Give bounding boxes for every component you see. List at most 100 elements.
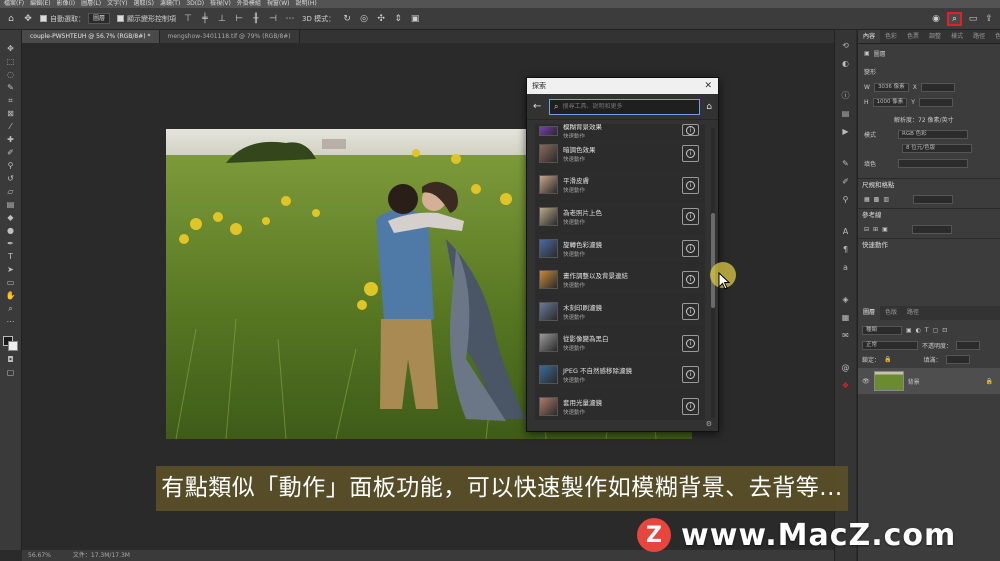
move-tool-icon[interactable]: ✥ <box>4 44 18 54</box>
clone-stamp-tool-icon[interactable]: ⚲ <box>4 161 18 171</box>
discover-titlebar[interactable]: 探索 ✕ <box>527 78 718 94</box>
tab-layer-paths[interactable]: 路徑 <box>902 306 924 320</box>
brush-tool-icon[interactable]: ✐ <box>4 148 18 158</box>
layer-row-background[interactable]: 👁 背景 🔒 <box>858 368 1000 394</box>
more-options-icon[interactable]: ⋯ <box>285 14 295 24</box>
height-field[interactable]: 1000 像素 <box>872 97 908 107</box>
menu-window[interactable]: 視窗(W) <box>267 0 290 8</box>
more-tools-icon[interactable]: ⋯ <box>4 317 18 327</box>
gradient-tool-icon[interactable]: ▤ <box>4 200 18 210</box>
x-field[interactable] <box>920 82 955 92</box>
filter-shape-icon[interactable]: ▢ <box>933 327 939 334</box>
layer-name[interactable]: 背景 <box>908 377 920 386</box>
info-button[interactable]: i <box>682 397 699 415</box>
background-color[interactable] <box>7 341 18 351</box>
back-arrow-icon[interactable]: ← <box>533 101 543 112</box>
ruler-icon[interactable]: ▦ <box>864 196 870 203</box>
quick-action-item[interactable]: 為老照片上色 快速動作 i <box>535 201 705 233</box>
quick-action-item[interactable]: 旋轉色彩濾鏡 快速動作 i <box>535 232 705 265</box>
comments-panel-icon[interactable]: ✉ <box>840 330 852 342</box>
learn-icon[interactable]: ◉ <box>931 14 941 24</box>
3d-scale-icon[interactable]: ▣ <box>410 14 420 24</box>
align-middle-icon[interactable]: ╪ <box>200 14 210 24</box>
move-tool-icon[interactable]: ✥ <box>23 14 33 24</box>
quick-actions-heading[interactable]: 快速動作 <box>858 238 1000 250</box>
share-icon[interactable]: ⇪ <box>984 14 994 24</box>
grid-icon[interactable]: ▩ <box>874 196 880 203</box>
info-button[interactable]: i <box>682 366 699 384</box>
opacity-field[interactable] <box>956 340 981 350</box>
filter-adjust-icon[interactable]: ◐ <box>916 327 921 334</box>
quick-action-item[interactable]: 平滑皮膚 快速動作 i <box>535 169 705 202</box>
screen-mode-icon[interactable]: ▢ <box>4 368 18 378</box>
zoom-tool-icon[interactable]: ⌕ <box>4 304 18 314</box>
home-icon[interactable]: ⌂ <box>6 14 16 24</box>
info-button[interactable]: i <box>682 145 699 162</box>
tab-color-board[interactable]: 色板 <box>990 30 1000 43</box>
quick-action-item[interactable]: 模糊背景效果 快速動作 i <box>535 124 705 140</box>
align-left-icon[interactable]: ⊢ <box>234 14 244 24</box>
info-button[interactable]: i <box>682 334 699 352</box>
notes-panel-icon[interactable]: ▤ <box>840 108 852 120</box>
guide-new-icon[interactable]: ▣ <box>882 226 888 233</box>
tab-adjustments[interactable]: 調整 <box>924 30 946 43</box>
menu-select[interactable]: 選取(S) <box>133 0 154 8</box>
quick-action-item[interactable]: 暗調色效果 快速動作 i <box>535 138 705 170</box>
path-select-tool-icon[interactable]: ➤ <box>4 265 18 275</box>
y-field[interactable] <box>918 97 953 107</box>
tab-couple[interactable]: couple-PW5HTEUH @ 56.7% (RGB/8#) * <box>22 30 160 43</box>
3d-slide-icon[interactable]: ⇕ <box>393 14 403 24</box>
home-icon[interactable]: ⌂ <box>706 102 712 112</box>
guides-icon[interactable]: ▥ <box>883 196 889 203</box>
timeline-panel-icon[interactable]: ▦ <box>840 312 852 324</box>
auto-select-checkbox[interactable] <box>40 15 47 22</box>
document-size[interactable]: 文件：17.3M/17.3M <box>73 550 130 561</box>
align-center-icon[interactable]: ╫ <box>251 14 261 24</box>
type-tool-icon[interactable]: T <box>4 252 18 262</box>
menu-help[interactable]: 說明(H) <box>296 0 317 8</box>
workspace-icon[interactable]: ▭ <box>968 14 978 24</box>
layer-fill-field[interactable] <box>945 354 970 364</box>
visibility-eye-icon[interactable]: 👁 <box>862 378 870 385</box>
lock-icon[interactable]: 🔒 <box>884 356 891 363</box>
rectangle-tool-icon[interactable]: ▭ <box>4 278 18 288</box>
history-brush-tool-icon[interactable]: ↺ <box>4 174 18 184</box>
brush-settings-icon[interactable]: ✎ <box>840 158 852 170</box>
crop-tool-icon[interactable]: ⌗ <box>4 96 18 106</box>
auto-select-dropdown[interactable]: 圖層 <box>88 13 111 24</box>
tab-channels[interactable]: 色版 <box>880 306 902 320</box>
eraser-tool-icon[interactable]: ▱ <box>4 187 18 197</box>
menu-filter[interactable]: 濾鏡(T) <box>160 0 180 8</box>
info-button[interactable]: i <box>682 239 699 257</box>
eyedropper-tool-icon[interactable]: ⁄ <box>4 122 18 132</box>
show-transform-checkbox[interactable] <box>117 15 125 22</box>
quick-mask-icon[interactable]: ◘ <box>4 355 18 365</box>
info-button[interactable]: i <box>682 124 699 136</box>
pen-tool-icon[interactable]: ✒ <box>4 239 18 249</box>
filter-smart-icon[interactable]: ⊡ <box>942 327 947 334</box>
canvas-section-heading[interactable]: 尺規和格點 <box>858 178 1000 190</box>
frame-tool-icon[interactable]: ⊠ <box>4 109 18 119</box>
quick-select-tool-icon[interactable]: ✎ <box>4 83 18 93</box>
menu-image[interactable]: 影像(I) <box>57 0 75 8</box>
close-icon[interactable]: ✕ <box>704 78 712 94</box>
3d-pan-icon[interactable]: ✣ <box>376 14 386 24</box>
tab-mengshow[interactable]: mengshow-3401118.tif @ 79% (RGB/8#) <box>159 30 300 43</box>
layer-kind-filter[interactable]: 種類 <box>862 325 902 335</box>
mode-dropdown[interactable]: RGB 色彩 <box>898 129 969 139</box>
menu-type[interactable]: 文字(Y) <box>107 0 127 8</box>
plugin-panel-icon[interactable]: ❖ <box>840 380 852 392</box>
info-button[interactable]: i <box>682 271 699 289</box>
guide-h-icon[interactable]: ⊟ <box>864 226 869 233</box>
tab-color[interactable]: 色彩 <box>880 30 902 43</box>
quick-action-item[interactable]: 從影像變為黑白 快速動作 i <box>535 327 705 360</box>
history-panel-icon[interactable]: ⟲ <box>840 40 852 52</box>
blur-tool-icon[interactable]: ◆ <box>4 213 18 223</box>
discover-search-box[interactable]: ⌕ <box>549 98 701 115</box>
menu-file[interactable]: 檔案(F) <box>4 0 24 8</box>
info-button[interactable]: i <box>682 302 699 320</box>
filter-type-icon[interactable]: T <box>925 327 929 334</box>
info-panel-icon[interactable]: ⓘ <box>840 90 852 102</box>
color-swatches[interactable] <box>2 336 19 352</box>
3d-roll-icon[interactable]: ◎ <box>359 14 369 24</box>
